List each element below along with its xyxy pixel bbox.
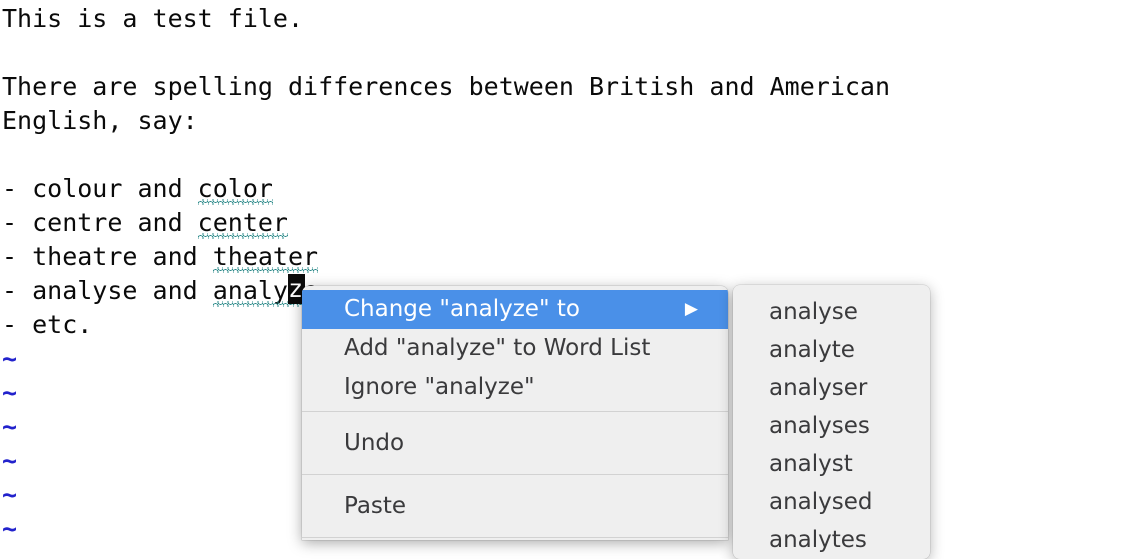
document-line: English, say: [2,104,198,138]
suggestion-item[interactable]: analyser [733,369,930,407]
suggestion-item[interactable]: analysed [733,483,930,521]
document-line-bullet: - etc. [2,308,92,342]
menu-item-add-to-word-list[interactable]: Add "analyze" to Word List [302,329,728,368]
suggestion-item[interactable]: analyse [733,293,930,331]
bullet-text: - etc. [2,310,92,339]
document-line: There are spelling differences between B… [2,70,890,104]
spellcheck-context-menu[interactable]: Change "analyze" to ▶ Add "analyze" to W… [302,286,728,540]
bullet-text: - theatre and [2,242,213,271]
suggestion-item[interactable]: analyses [733,407,930,445]
document-line: This is a test file. [2,2,303,36]
bullet-text: - analyse and [2,276,213,305]
menu-item-change-to[interactable]: Change "analyze" to ▶ [302,290,728,329]
document-line-bullet: - centre and center [2,206,288,240]
menu-bottom-padding [302,538,728,540]
document-line-bullet: - colour and color [2,172,273,206]
suggestion-item[interactable]: analyst [733,445,930,483]
empty-line-tilde: ~ [2,376,17,410]
misspelled-word[interactable]: theater [213,240,318,274]
menu-item-label: Ignore "analyze" [344,374,535,400]
menu-item-ignore[interactable]: Ignore "analyze" [302,368,728,407]
bullet-text: - centre and [2,208,198,237]
empty-line-tilde: ~ [2,478,17,512]
misspelled-word[interactable]: color [198,172,273,206]
menu-item-undo[interactable]: Undo [302,412,728,474]
menu-item-label: Add "analyze" to Word List [344,335,650,361]
menu-item-label: Undo [344,430,404,456]
spelling-suggestions-submenu[interactable]: analyse analyte analyser analyses analys… [733,285,930,559]
menu-item-label: Change "analyze" to [344,296,580,322]
empty-line-tilde: ~ [2,444,17,478]
empty-line-tilde: ~ [2,410,17,444]
menu-item-label: Paste [344,493,406,519]
misspelled-word[interactable]: center [198,206,288,240]
document-line-bullet: - theatre and theater [2,240,318,274]
document-line-bullet: - analyse and analyze [2,274,318,308]
suggestion-item[interactable]: analyte [733,331,930,369]
bullet-text: - colour and [2,174,198,203]
empty-line-tilde: ~ [2,512,17,546]
empty-line-tilde: ~ [2,342,17,376]
suggestion-item[interactable]: analytes [733,521,930,559]
menu-item-paste[interactable]: Paste [302,475,728,537]
chevron-right-icon: ▶ [685,290,698,329]
